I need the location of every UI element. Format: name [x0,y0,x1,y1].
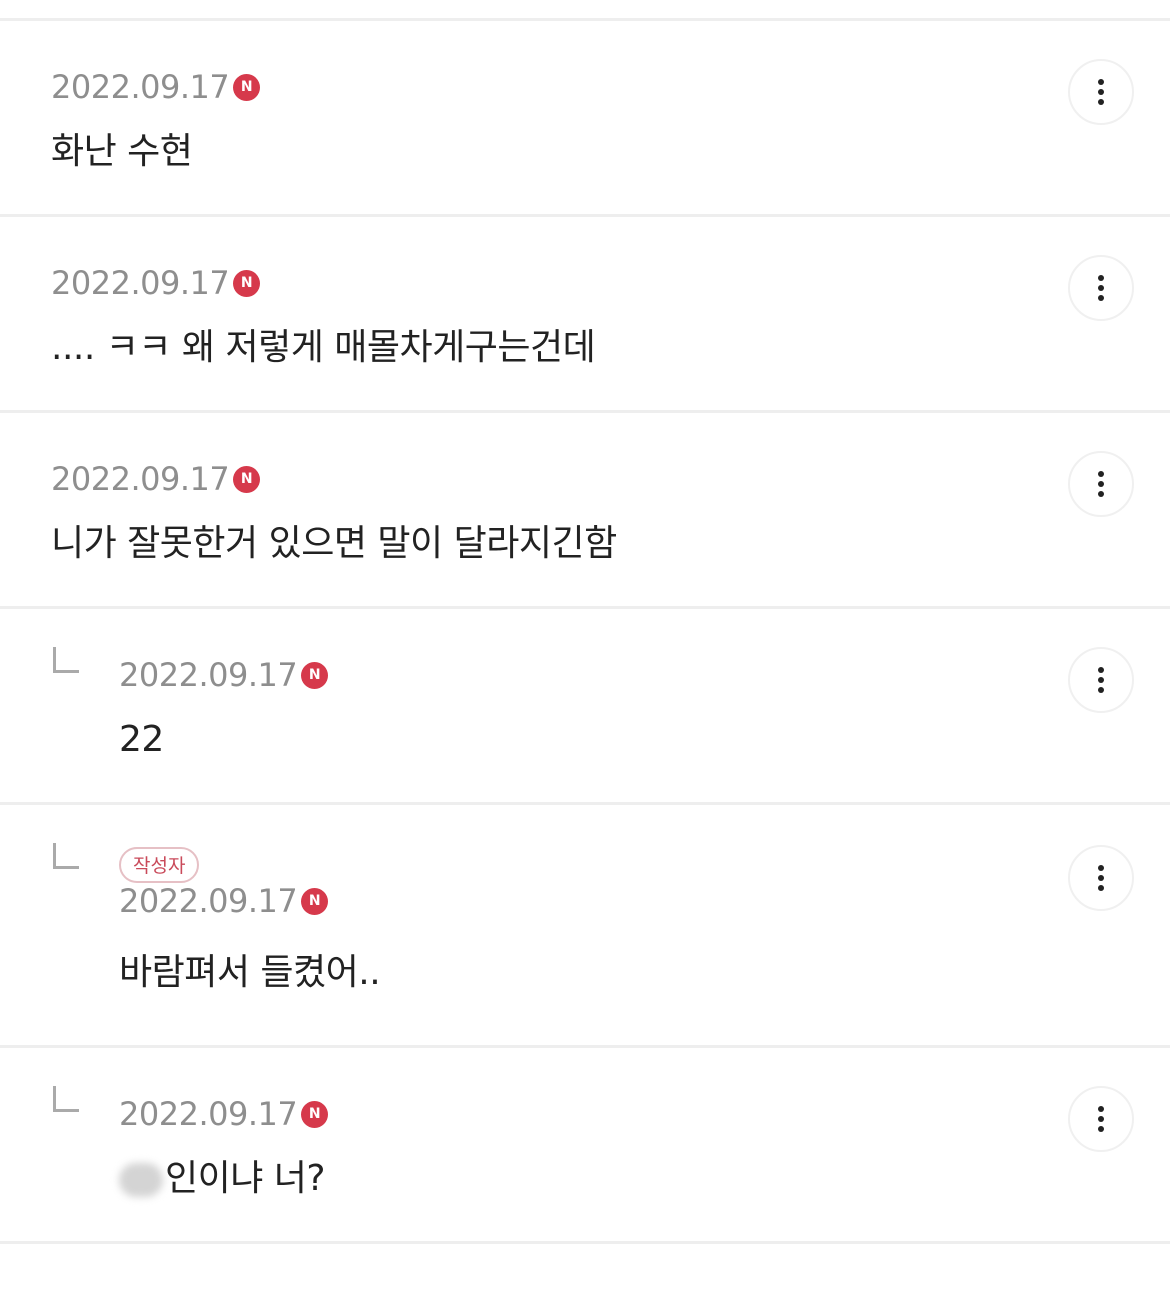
naver-n-badge-icon: N [301,1100,329,1128]
comment-item: 2022.09.17 N .... ㅋㅋ 왜 저렇게 매몰차게구는건데 [0,217,1170,413]
more-vertical-icon [1098,79,1104,105]
comment-item: 2022.09.17 N 니가 잘못한거 있으면 말이 달라지긴함 [0,413,1170,609]
comment-date: 2022.09.17 [51,68,230,106]
comment-meta: 2022.09.17 N [119,655,329,695]
comment-text: 인이냐 너? [165,1158,326,1199]
more-vertical-icon [1098,667,1104,693]
naver-n-badge-icon: N [233,465,261,493]
naver-n-badge-icon: N [301,661,329,689]
obscured-text [119,1163,163,1197]
comment-meta: 2022.09.17 N [51,67,261,107]
more-vertical-icon [1098,275,1104,301]
author-badge: 작성자 [119,847,200,883]
more-options-button[interactable] [1068,255,1134,321]
comment-date: 2022.09.17 [51,460,230,498]
reply-corner-icon [53,843,79,869]
more-options-button[interactable] [1068,59,1134,125]
reply-item: 2022.09.17 N 22 [0,609,1170,805]
comment-meta: 2022.09.17 N [119,881,329,921]
reply-corner-icon [53,1086,79,1112]
more-vertical-icon [1098,1106,1104,1132]
more-options-button[interactable] [1068,845,1134,911]
comment-meta: 2022.09.17 N [51,263,261,303]
reply-item: 작성자 2022.09.17 N 바람펴서 들켰어.. [0,805,1170,1048]
comment-meta: 2022.09.17 N [119,1094,329,1134]
naver-n-badge-icon: N [301,887,329,915]
comment-date: 2022.09.17 [119,656,298,694]
comment-text: 니가 잘못한거 있으면 말이 달라지긴함 [51,523,617,564]
comment-text: .... ㅋㅋ 왜 저렇게 매몰차게구는건데 [51,327,596,368]
reply-item: 2022.09.17 N 인이냐 너? [0,1048,1170,1244]
naver-n-badge-icon: N [233,73,261,101]
comment-date: 2022.09.17 [51,264,230,302]
comment-date: 2022.09.17 [119,1095,298,1133]
more-vertical-icon [1098,865,1104,891]
more-options-button[interactable] [1068,451,1134,517]
more-vertical-icon [1098,471,1104,497]
comment-text: 화난 수현 [51,131,193,172]
naver-n-badge-icon: N [233,269,261,297]
more-options-button[interactable] [1068,647,1134,713]
comment-item: 2022.09.17 N 화난 수현 [0,21,1170,217]
reply-corner-icon [53,647,79,673]
more-options-button[interactable] [1068,1086,1134,1152]
comment-meta: 2022.09.17 N [51,459,261,499]
comment-list: 2022.09.17 N 화난 수현 2022.09.17 N .... ㅋㅋ … [0,21,1170,1244]
comment-text: 22 [119,719,164,760]
comment-date: 2022.09.17 [119,882,298,920]
comment-text-wrapper: 인이냐 너? [119,1156,326,1202]
comment-text: 바람펴서 들켰어.. [119,952,381,993]
